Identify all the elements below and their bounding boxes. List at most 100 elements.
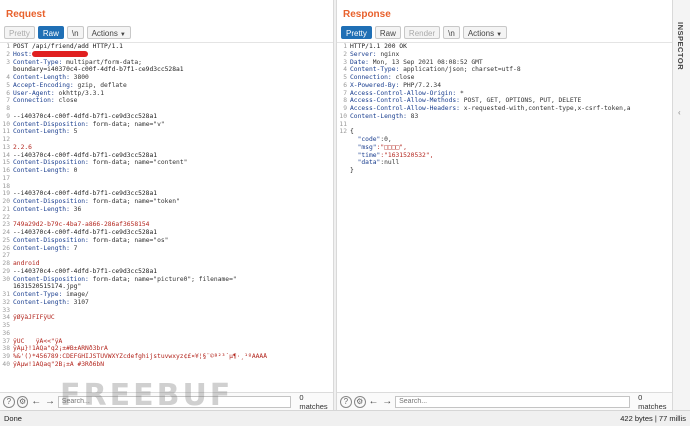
header-value: 2.2.6	[13, 143, 32, 151]
code-line: 5 Connection: close	[337, 74, 672, 82]
request-tab-label: Actions	[91, 28, 118, 38]
code-line: 39 %&'()*456789:CDEFGHIJSTUVWXYZcdefghijs…	[0, 353, 333, 361]
line-number: 28	[2, 260, 10, 267]
header-value: 36	[69, 205, 82, 213]
request-tab-raw[interactable]: Raw	[37, 25, 64, 39]
search-next-arrow-icon[interactable]: →	[381, 396, 393, 408]
line-number	[337, 167, 350, 175]
status-bar: Done 422 bytes | 77 millis	[0, 410, 690, 426]
line-text: Content-Length: 0	[13, 167, 333, 175]
line-number: 32	[2, 298, 10, 306]
line-text	[13, 252, 333, 260]
request-tab-pretty[interactable]: Pretty	[4, 25, 35, 39]
response-tab-label: Pretty	[346, 28, 367, 38]
line-number: 5	[343, 74, 347, 81]
response-size-timing: 422 bytes | 77 millis	[620, 414, 686, 423]
line-text: 749a29d2-b79c-4ba7-a866-286af3658154	[13, 221, 333, 229]
header-value: form-data; name="os"	[88, 236, 169, 244]
line-number: 27	[2, 252, 10, 260]
response-tab-raw[interactable]: Raw	[374, 25, 401, 39]
line-text: Content-Disposition: form-data; name="v"	[13, 121, 333, 129]
inspector-panel[interactable]: INSPECTOR ‹	[672, 0, 690, 410]
header-value: POST, GET, OPTIONS, PUT, DELETE	[459, 97, 582, 105]
line-number: 14	[2, 151, 10, 159]
header-value: form-data; name="v"	[88, 120, 165, 128]
request-search-input[interactable]	[57, 395, 292, 408]
line-number: 12	[339, 128, 347, 136]
header-value: %&'()*456789:CDEFGHIJSTUVWXYZcdefghijstu…	[13, 353, 268, 360]
chevron-down-icon: ▼	[119, 31, 126, 38]
line-number: 7	[6, 97, 10, 105]
code-line: 25 Content-Disposition: form-data; name="…	[0, 237, 333, 245]
header-key: Content-Length:	[13, 167, 70, 174]
chevron-left-icon[interactable]: ‹	[678, 108, 681, 117]
line-number: 35	[2, 322, 10, 329]
response-tab-pretty[interactable]: Pretty	[341, 25, 372, 39]
line-text	[13, 307, 333, 315]
response-tab-actions[interactable]: Actions ▼	[462, 25, 508, 39]
line-text: ÿÄµw!1AQaq"2B¡±Á #3Rð6bÑ	[13, 361, 333, 369]
inspector-label: INSPECTOR	[676, 22, 685, 71]
line-number: 10	[2, 120, 10, 128]
request-tab-newline-toggle[interactable]: \n	[66, 25, 84, 39]
line-number: 15	[2, 159, 10, 167]
help-icon[interactable]: ?	[3, 395, 15, 408]
response-editor[interactable]: 1 HTTP/1.1 200 OK 2 Server: nginx 3 Date: Mon…	[337, 42, 672, 392]
header-key: Content-Type:	[350, 66, 400, 74]
code-line: 17	[0, 175, 333, 183]
line-number: 22	[2, 213, 10, 221]
line-number: 40	[2, 360, 10, 368]
code-line: 31 Content-Type: image/	[0, 291, 333, 299]
line-number: 26	[2, 244, 10, 252]
line-text: Content-Disposition: form-data; name="to…	[13, 198, 333, 206]
line-number: 4	[6, 74, 10, 81]
code-line: 32 Content-Length: 3107	[0, 299, 333, 307]
settings-gear-icon[interactable]: ⚙	[16, 395, 29, 408]
line-number: 13	[2, 143, 10, 151]
header-value: close	[391, 74, 415, 81]
header-key: Server:	[350, 50, 377, 58]
header-value: POST /api/friend/add HTTP/1.1	[13, 43, 123, 50]
code-line: 3 Content-Type: multipart/form-data;	[0, 59, 333, 67]
header-key: Content-Disposition:	[13, 275, 89, 283]
line-number: 6	[6, 89, 10, 97]
code-line: 12	[0, 136, 333, 144]
header-value: boundary=i40370c4-c00f-4dfd-b7f1-ce9d3cc…	[13, 66, 184, 74]
search-next-arrow-icon[interactable]: →	[44, 396, 56, 408]
line-text: Content-Disposition: form-data; name="os…	[13, 237, 333, 245]
code-line: 4 Content-Type: application/json; charset…	[337, 66, 672, 74]
response-search-input[interactable]	[395, 395, 631, 408]
line-number: 25	[2, 236, 10, 244]
request-editor[interactable]: 1 POST /api/friend/add HTTP/1.1 2 Host: 3 Con…	[0, 42, 333, 392]
help-icon[interactable]: ?	[340, 395, 352, 408]
header-key: Content-Type:	[13, 58, 63, 66]
line-text: "time":"1631520532",	[350, 152, 672, 160]
code-line: 10 Content-Length: 83	[337, 113, 672, 121]
header-value: HTTP/1.1 200 OK	[350, 43, 407, 50]
line-text: %&'()*456789:CDEFGHIJSTUVWXYZcdefghijstu…	[13, 353, 333, 361]
code-line: 6 User-Agent: okhttp/3.3.1	[0, 90, 333, 98]
line-number: 21	[2, 205, 10, 213]
line-number	[337, 136, 350, 144]
line-text: Content-Disposition: form-data; name="pi…	[13, 276, 333, 284]
line-text: HTTP/1.1 200 OK	[350, 43, 672, 51]
code-line: 8 Access-Control-Allow-Methods: POST, GET…	[337, 97, 672, 105]
line-text: Content-Type: image/	[13, 291, 333, 299]
header-value: Mon, 13 Sep 2021 08:08:52 GMT	[368, 58, 483, 66]
response-tab-render[interactable]: Render	[403, 25, 441, 39]
settings-gear-icon[interactable]: ⚙	[353, 395, 366, 408]
header-value: gzip, deflate	[73, 81, 127, 89]
search-prev-arrow-icon[interactable]: ←	[368, 396, 380, 408]
search-prev-arrow-icon[interactable]: ←	[30, 396, 42, 408]
code-line: 9 Access-Control-Allow-Headers: x-request…	[337, 105, 672, 113]
header-value: x-requested-with,content-type,x-csrf-tok…	[459, 105, 631, 112]
header-key: Content-Length:	[13, 298, 70, 306]
code-line: 40 ÿÄµw!1AQaq"2B¡±Á #3Rð6bÑ	[0, 361, 333, 369]
response-tab-label: \n	[448, 28, 455, 38]
request-tab-actions[interactable]: Actions ▼	[86, 25, 131, 39]
response-tab-newline-toggle[interactable]: \n	[443, 25, 460, 39]
line-text: Access-Control-Allow-Methods: POST, GET,…	[350, 97, 672, 105]
line-number: 23	[2, 221, 10, 229]
line-number: 5	[6, 81, 10, 89]
code-line: 36	[0, 330, 333, 338]
